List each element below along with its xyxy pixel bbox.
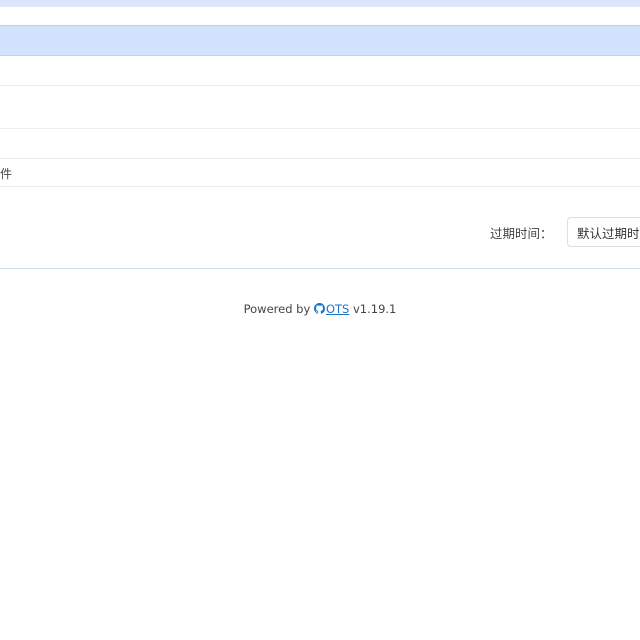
expiration-select[interactable]: 默认过期时间 <box>567 217 640 247</box>
github-icon <box>313 303 325 314</box>
card-header <box>0 25 640 56</box>
page: 件 过期时间： 默认过期时间 Powered by OTS v1.19.1 <box>0 0 640 640</box>
footer-prefix: Powered by <box>243 302 311 316</box>
form-row <box>0 56 640 86</box>
row-label: 件 <box>0 167 13 181</box>
expiration-label: 过期时间： <box>490 226 553 241</box>
form-row <box>0 129 640 159</box>
form-row: 件 <box>0 159 640 187</box>
ots-link-text: OTS <box>325 302 350 316</box>
version-text: v1.19.1 <box>352 302 397 316</box>
expiration-select-value: 默认过期时间 <box>577 226 640 241</box>
settings-card: 件 过期时间： 默认过期时间 <box>0 25 640 269</box>
footer: Powered by OTS v1.19.1 <box>0 302 640 316</box>
top-bar <box>0 0 640 7</box>
ots-link[interactable]: OTS <box>313 302 350 316</box>
form-row <box>0 86 640 129</box>
